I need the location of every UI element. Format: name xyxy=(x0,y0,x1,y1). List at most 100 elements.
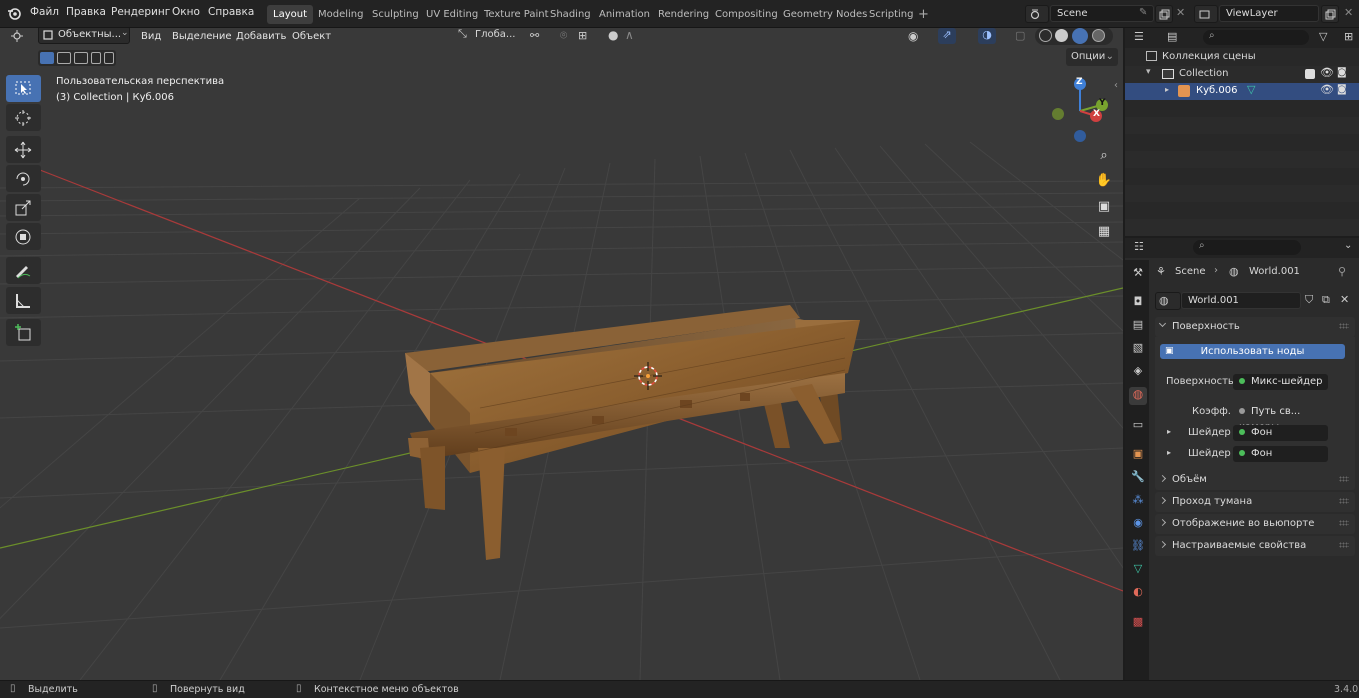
menu-edit[interactable]: Правка xyxy=(66,6,106,18)
options-dropdown[interactable]: Опции ⌄ xyxy=(1066,48,1118,66)
tab-animation[interactable]: Animation xyxy=(593,5,656,24)
outliner-search-input[interactable]: ⌕ xyxy=(1203,30,1309,45)
drag-handle-icon[interactable] xyxy=(1339,476,1349,482)
use-nodes-button[interactable]: ▣ Использовать ноды xyxy=(1160,344,1345,359)
menu-help[interactable]: Справка xyxy=(208,6,254,18)
move-tool[interactable] xyxy=(6,136,41,163)
tool-tab-icon[interactable]: ⚒ xyxy=(1129,266,1147,284)
world-name-field[interactable]: World.001 xyxy=(1181,292,1301,309)
rotate-tool[interactable] xyxy=(6,165,41,192)
shader1-field[interactable]: Фон xyxy=(1233,425,1328,441)
blender-logo-icon[interactable] xyxy=(7,6,21,23)
mode-dropdown[interactable]: Объектны... ⌄ xyxy=(38,28,130,44)
eye-icon[interactable]: 👁 xyxy=(1320,83,1334,96)
output-tab-icon[interactable]: ▤ xyxy=(1129,318,1147,336)
editor-type-button[interactable] xyxy=(8,28,34,45)
constraints-tab-icon[interactable]: ⛓ xyxy=(1129,539,1147,557)
snap-target-icon[interactable]: ⊞ xyxy=(578,29,587,42)
outliner-editor-icon[interactable]: ☰ xyxy=(1134,30,1144,43)
tab-compositing[interactable]: Compositing xyxy=(709,5,784,24)
scale-tool[interactable] xyxy=(6,194,41,221)
filter-icon[interactable]: ▽ xyxy=(1319,30,1327,43)
drag-handle-icon[interactable] xyxy=(1339,542,1349,548)
menu-object[interactable]: Объект xyxy=(292,31,331,42)
properties-editor-icon[interactable]: ☷ xyxy=(1134,240,1144,253)
chevron-right-icon[interactable]: ▸ xyxy=(1165,85,1169,94)
panel-custom-properties[interactable]: Настраиваемые свойства xyxy=(1155,536,1355,556)
tab-layout[interactable]: Layout xyxy=(267,5,313,24)
physics-tab-icon[interactable]: ◉ xyxy=(1129,516,1147,534)
outliner-row-object[interactable]: ▸ Куб.006 ▽ 👁 ◙ xyxy=(1125,83,1359,100)
duplicate-icon[interactable]: ⧉ xyxy=(1322,293,1330,307)
fake-user-shield-icon[interactable]: ⛉ xyxy=(1305,293,1313,307)
object-tab-icon[interactable]: ▣ xyxy=(1129,447,1147,465)
select-box-tool[interactable] xyxy=(6,75,41,102)
tab-sculpting[interactable]: Sculpting xyxy=(366,5,425,24)
falloff-icon[interactable]: ∧ xyxy=(625,28,634,42)
add-cube-tool[interactable] xyxy=(6,319,41,346)
collection-tab-icon[interactable]: ▭ xyxy=(1129,418,1147,436)
factor-input-field[interactable]: Путь св... камеры xyxy=(1233,404,1331,433)
measure-tool[interactable] xyxy=(6,287,41,314)
panel-mist-pass[interactable]: Проход тумана xyxy=(1155,492,1355,512)
particles-tab-icon[interactable]: ⁂ xyxy=(1129,493,1147,511)
menu-file[interactable]: Файл xyxy=(30,6,59,18)
modifier-tab-icon[interactable]: 🔧 xyxy=(1129,470,1147,488)
unlink-icon[interactable]: ✕ xyxy=(1340,293,1349,306)
3d-viewport[interactable]: Объектны... ⌄ Вид Выделение Добавить Объ… xyxy=(0,28,1123,680)
pin-icon[interactable]: ⚲ xyxy=(1338,265,1346,278)
tab-shading[interactable]: Shading xyxy=(544,5,597,24)
grid-perspective-icon[interactable]: ▦ xyxy=(1094,224,1114,244)
transform-tool[interactable] xyxy=(6,223,41,250)
new-viewlayer-button[interactable] xyxy=(1321,5,1339,23)
visibility-icon[interactable]: ◉ xyxy=(908,29,918,43)
menu-view[interactable]: Вид xyxy=(141,31,161,42)
scene-selector-button[interactable] xyxy=(1025,5,1049,23)
pin-icon[interactable]: ✎ xyxy=(1139,7,1147,18)
camera-render-icon[interactable]: ◙ xyxy=(1337,67,1347,78)
tab-modeling[interactable]: Modeling xyxy=(312,5,370,24)
overlay-toggle-icon[interactable]: ◑ xyxy=(978,28,996,44)
checkbox-icon[interactable] xyxy=(1305,69,1315,79)
camera-render-icon[interactable]: ◙ xyxy=(1337,84,1347,95)
gizmo-toggle-icon[interactable]: ⇗ xyxy=(938,28,956,44)
render-tab-icon[interactable]: ◘ xyxy=(1129,295,1147,313)
transform-orientation-dropdown[interactable]: ⤡ Глоба... xyxy=(455,28,525,44)
new-collection-icon[interactable]: ⊞ xyxy=(1344,30,1353,43)
scene-tab-icon[interactable]: ◈ xyxy=(1129,364,1147,382)
material-shading-icon[interactable] xyxy=(1072,28,1088,44)
surface-shader-field[interactable]: Микс-шейдер xyxy=(1233,374,1328,390)
tab-geometry-nodes[interactable]: Geometry Nodes xyxy=(777,5,873,24)
snap-icon[interactable]: ⌾ xyxy=(560,28,567,43)
remove-scene-icon[interactable]: ✕ xyxy=(1176,6,1185,19)
viewlayer-selector-button[interactable] xyxy=(1194,5,1218,23)
menu-window[interactable]: Окно xyxy=(172,6,200,18)
menu-select[interactable]: Выделение xyxy=(172,31,232,42)
outliner-row-collection[interactable]: ▾ Collection 👁 ◙ xyxy=(1125,66,1359,83)
world-tab-icon[interactable]: ◍ xyxy=(1129,387,1147,405)
chevron-down-icon[interactable]: ⌄ xyxy=(1344,240,1352,251)
cursor-tool[interactable] xyxy=(6,104,41,131)
outliner-row-scene-collection[interactable]: Коллекция сцены xyxy=(1125,49,1359,66)
camera-icon[interactable]: ▣ xyxy=(1094,199,1114,219)
pivot-icon[interactable]: ⚯ xyxy=(530,29,539,42)
viewlayer-name-field[interactable]: ViewLayer xyxy=(1219,5,1319,22)
tab-uv-editing[interactable]: UV Editing xyxy=(420,5,484,24)
display-mode-icon[interactable]: ▤ xyxy=(1167,30,1177,43)
texture-tab-icon[interactable]: ▩ xyxy=(1129,615,1147,633)
chevron-right-icon[interactable]: ▸ xyxy=(1167,427,1171,436)
panel-surface[interactable]: Поверхность xyxy=(1155,317,1355,337)
chevron-down-icon[interactable]: ▾ xyxy=(1146,67,1151,77)
tab-scripting[interactable]: Scripting xyxy=(863,5,919,24)
panel-volume[interactable]: Объём xyxy=(1155,470,1355,490)
rendered-shading-icon[interactable] xyxy=(1092,29,1105,42)
annotate-tool[interactable] xyxy=(6,257,41,284)
proportional-edit-icon[interactable]: ● xyxy=(608,28,618,42)
tab-rendering[interactable]: Rendering xyxy=(652,5,715,24)
eye-icon[interactable]: 👁 xyxy=(1320,66,1334,79)
xray-icon[interactable]: ▢ xyxy=(1015,29,1025,42)
select-subtract-icon[interactable] xyxy=(74,52,88,64)
solid-shading-icon[interactable] xyxy=(1055,29,1068,42)
sidebar-toggle-icon[interactable]: ‹ xyxy=(1114,80,1118,91)
material-tab-icon[interactable]: ◐ xyxy=(1129,585,1147,603)
